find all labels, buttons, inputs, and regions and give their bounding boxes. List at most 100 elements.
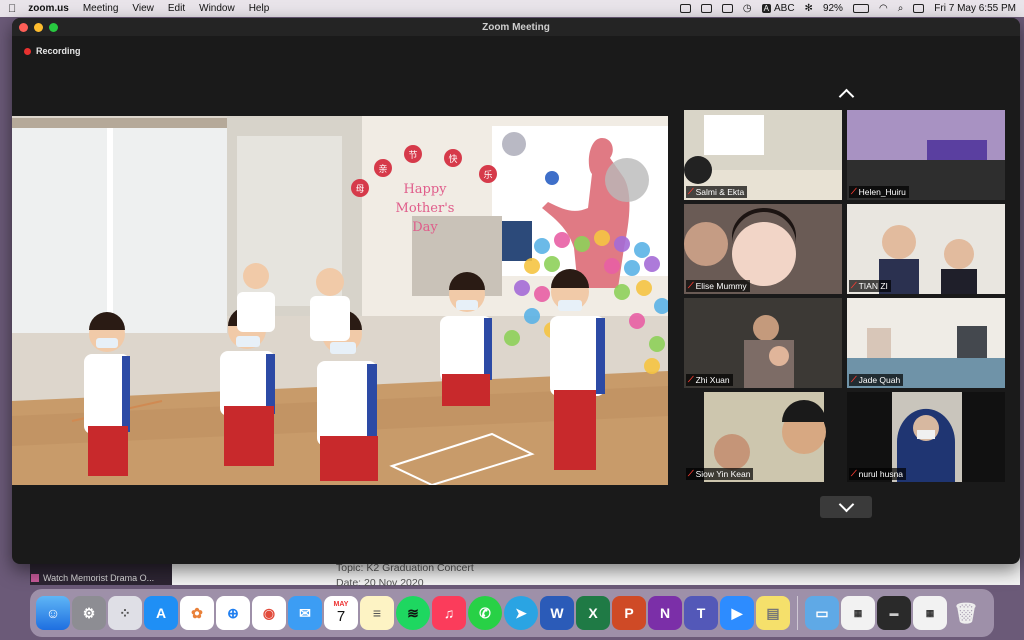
trash-icon[interactable]: 🗑 (949, 596, 983, 630)
participant-tile[interactable]: ⟋ Zhi Xuan (684, 298, 842, 388)
participant-name-label: ⟋ nurul husna (849, 468, 907, 480)
chevron-down-icon (838, 496, 854, 512)
participant-name-label: ⟋ Jade Quah (849, 374, 904, 386)
excel-icon[interactable]: X (576, 596, 610, 630)
bluetooth-icon[interactable]: ✻ (805, 3, 813, 14)
mic-muted-icon: ⟋ (688, 375, 694, 384)
record-status-icon[interactable] (679, 4, 691, 13)
launchpad-icon[interactable]: ⁘ (108, 596, 142, 630)
word-icon[interactable]: W (540, 596, 574, 630)
background-date-text: Date: 20 Nov 2020 (336, 577, 424, 589)
mail-icon[interactable]: ✉ (288, 596, 322, 630)
zoom-status-icon[interactable] (700, 4, 712, 13)
mic-muted-icon: ⟋ (851, 469, 857, 478)
mic-muted-icon: ⟋ (851, 187, 857, 196)
participant-tile[interactable]: ⟋ Jade Quah (847, 298, 1005, 388)
wifi-icon[interactable]: ◠ (879, 3, 888, 14)
classroom-scene: 母 亲 节 快乐 (12, 116, 668, 485)
background-sidebar-item[interactable]: Watch Memorist Drama O... (31, 573, 154, 583)
chevron-up-icon (838, 88, 854, 104)
onenote-icon[interactable]: N (648, 596, 682, 630)
participant-tile[interactable]: ⟋ Siow Yin Kean (684, 392, 842, 482)
participant-name-label: ⟋ Zhi Xuan (686, 374, 733, 386)
participant-name-label: ⟋ Siow Yin Kean (686, 468, 754, 480)
battery-percent[interactable]: 92% (823, 3, 843, 14)
participant-tile[interactable]: ⟋ Salmi & Ekta (684, 110, 842, 200)
app-badge-icon (31, 574, 39, 582)
battery-icon[interactable] (852, 4, 869, 13)
calendar-icon[interactable]: MAY 7 (324, 596, 358, 630)
close-window-button[interactable] (19, 23, 28, 32)
traffic-lights (19, 23, 58, 32)
gallery-scroll-up-button[interactable] (820, 82, 872, 104)
calendar-day: 7 (336, 608, 346, 625)
app-store-icon[interactable]: A (144, 596, 178, 630)
participant-name-label: ⟋ Elise Mummy (686, 280, 750, 292)
mothers-day-banner: Happy Mother's Day (395, 182, 455, 235)
photos-icon[interactable]: ✿ (180, 596, 214, 630)
recording-label: Recording (36, 46, 81, 56)
menu-view[interactable]: View (132, 3, 154, 14)
gallery-scroll-down-button[interactable] (820, 496, 872, 518)
menu-datetime[interactable]: Fri 7 May 6:55 PM (934, 3, 1016, 14)
menu-app-name[interactable]: zoom.us (28, 3, 69, 14)
recording-indicator[interactable]: Recording (24, 46, 81, 56)
control-center-icon[interactable] (913, 4, 925, 13)
mic-muted-icon: ⟋ (851, 281, 857, 290)
maximize-window-button[interactable] (49, 23, 58, 32)
mic-muted-icon: ⟋ (688, 187, 694, 196)
recent-sheet-thumbnail[interactable]: ▦ (913, 596, 947, 630)
participant-name-label: ⟋ Salmi & Ekta (686, 186, 748, 198)
finder-icon[interactable]: ☺ (36, 596, 70, 630)
recent-window-thumbnail[interactable]: ▬ (877, 596, 911, 630)
system-preferences-icon[interactable]: ⚙ (72, 596, 106, 630)
zoom-icon[interactable]: ▶ (720, 596, 754, 630)
bunting-character: 快 (448, 153, 457, 165)
main-speaker-video[interactable]: 母 亲 节 快乐 Happy Mother's Day (12, 116, 668, 485)
notes-icon[interactable]: ≡ (360, 596, 394, 630)
menu-help[interactable]: Help (249, 3, 270, 14)
participant-tile[interactable]: ⟋ nurul husna (847, 392, 1005, 482)
participant-tile[interactable]: ⟋ Helen_Huiru (847, 110, 1005, 200)
bunting-character: 乐 (483, 169, 492, 181)
powerpoint-icon[interactable]: P (612, 596, 646, 630)
participant-name-label: ⟋ Helen_Huiru (849, 186, 909, 198)
dock-separator (797, 596, 798, 630)
spotlight-icon[interactable]: ⌕ (898, 3, 904, 14)
recording-dot-icon (24, 47, 31, 55)
menu-bar:  zoom.us Meeting View Edit Window Help … (0, 0, 1024, 17)
clock-icon[interactable]: ◷ (743, 3, 752, 14)
participant-tile[interactable]: ⟋ TIAN ZI (847, 204, 1005, 294)
recent-document-thumbnail[interactable]: ▦ (841, 596, 875, 630)
chrome-icon[interactable]: ◉ (252, 596, 286, 630)
input-source[interactable]: A ABC (761, 3, 795, 14)
spotify-icon[interactable]: ≋ (396, 596, 430, 630)
downloads-folder-icon[interactable]: ▭ (805, 596, 839, 630)
bunting-character: 亲 (378, 163, 387, 175)
dock: ☺ ⚙ ⁘ A ✿ ⊕ ◉ ✉ MAY 7 ≡ ≋ ♫ ✆ ➤ W X P N … (30, 589, 994, 637)
bunting-character: 母 (355, 184, 364, 195)
participant-tile[interactable]: ⟋ Elise Mummy (684, 204, 842, 294)
window-title: Zoom Meeting (482, 21, 550, 33)
whatsapp-icon[interactable]: ✆ (468, 596, 502, 630)
participant-name-label: ⟋ TIAN ZI (849, 280, 891, 292)
menu-edit[interactable]: Edit (168, 3, 185, 14)
bunting-character: 节 (408, 150, 417, 161)
music-icon[interactable]: ♫ (432, 596, 466, 630)
calendar-month: MAY (333, 601, 349, 608)
window-titlebar[interactable]: Zoom Meeting (12, 18, 1020, 36)
menu-window[interactable]: Window (199, 3, 235, 14)
teams-icon[interactable]: T (684, 596, 718, 630)
menu-meeting[interactable]: Meeting (83, 3, 119, 14)
apple-menu-icon[interactable]:  (8, 3, 16, 15)
mic-muted-icon: ⟋ (851, 375, 857, 384)
stickies-icon[interactable]: ▤ (756, 596, 790, 630)
gallery-view: ⟋ Salmi & Ekta ⟋ Helen_Huiru ⟋ Elise Mum… (684, 110, 1012, 485)
minimize-window-button[interactable] (34, 23, 43, 32)
safari-icon[interactable]: ⊕ (216, 596, 250, 630)
mic-muted-icon: ⟋ (688, 469, 694, 478)
screen-icon[interactable] (721, 4, 733, 13)
zoom-meeting-window: Zoom Meeting Recording 母 亲 节 快 乐 Happy M… (12, 18, 1020, 564)
telegram-icon[interactable]: ➤ (504, 596, 538, 630)
mic-muted-icon: ⟋ (688, 281, 694, 290)
